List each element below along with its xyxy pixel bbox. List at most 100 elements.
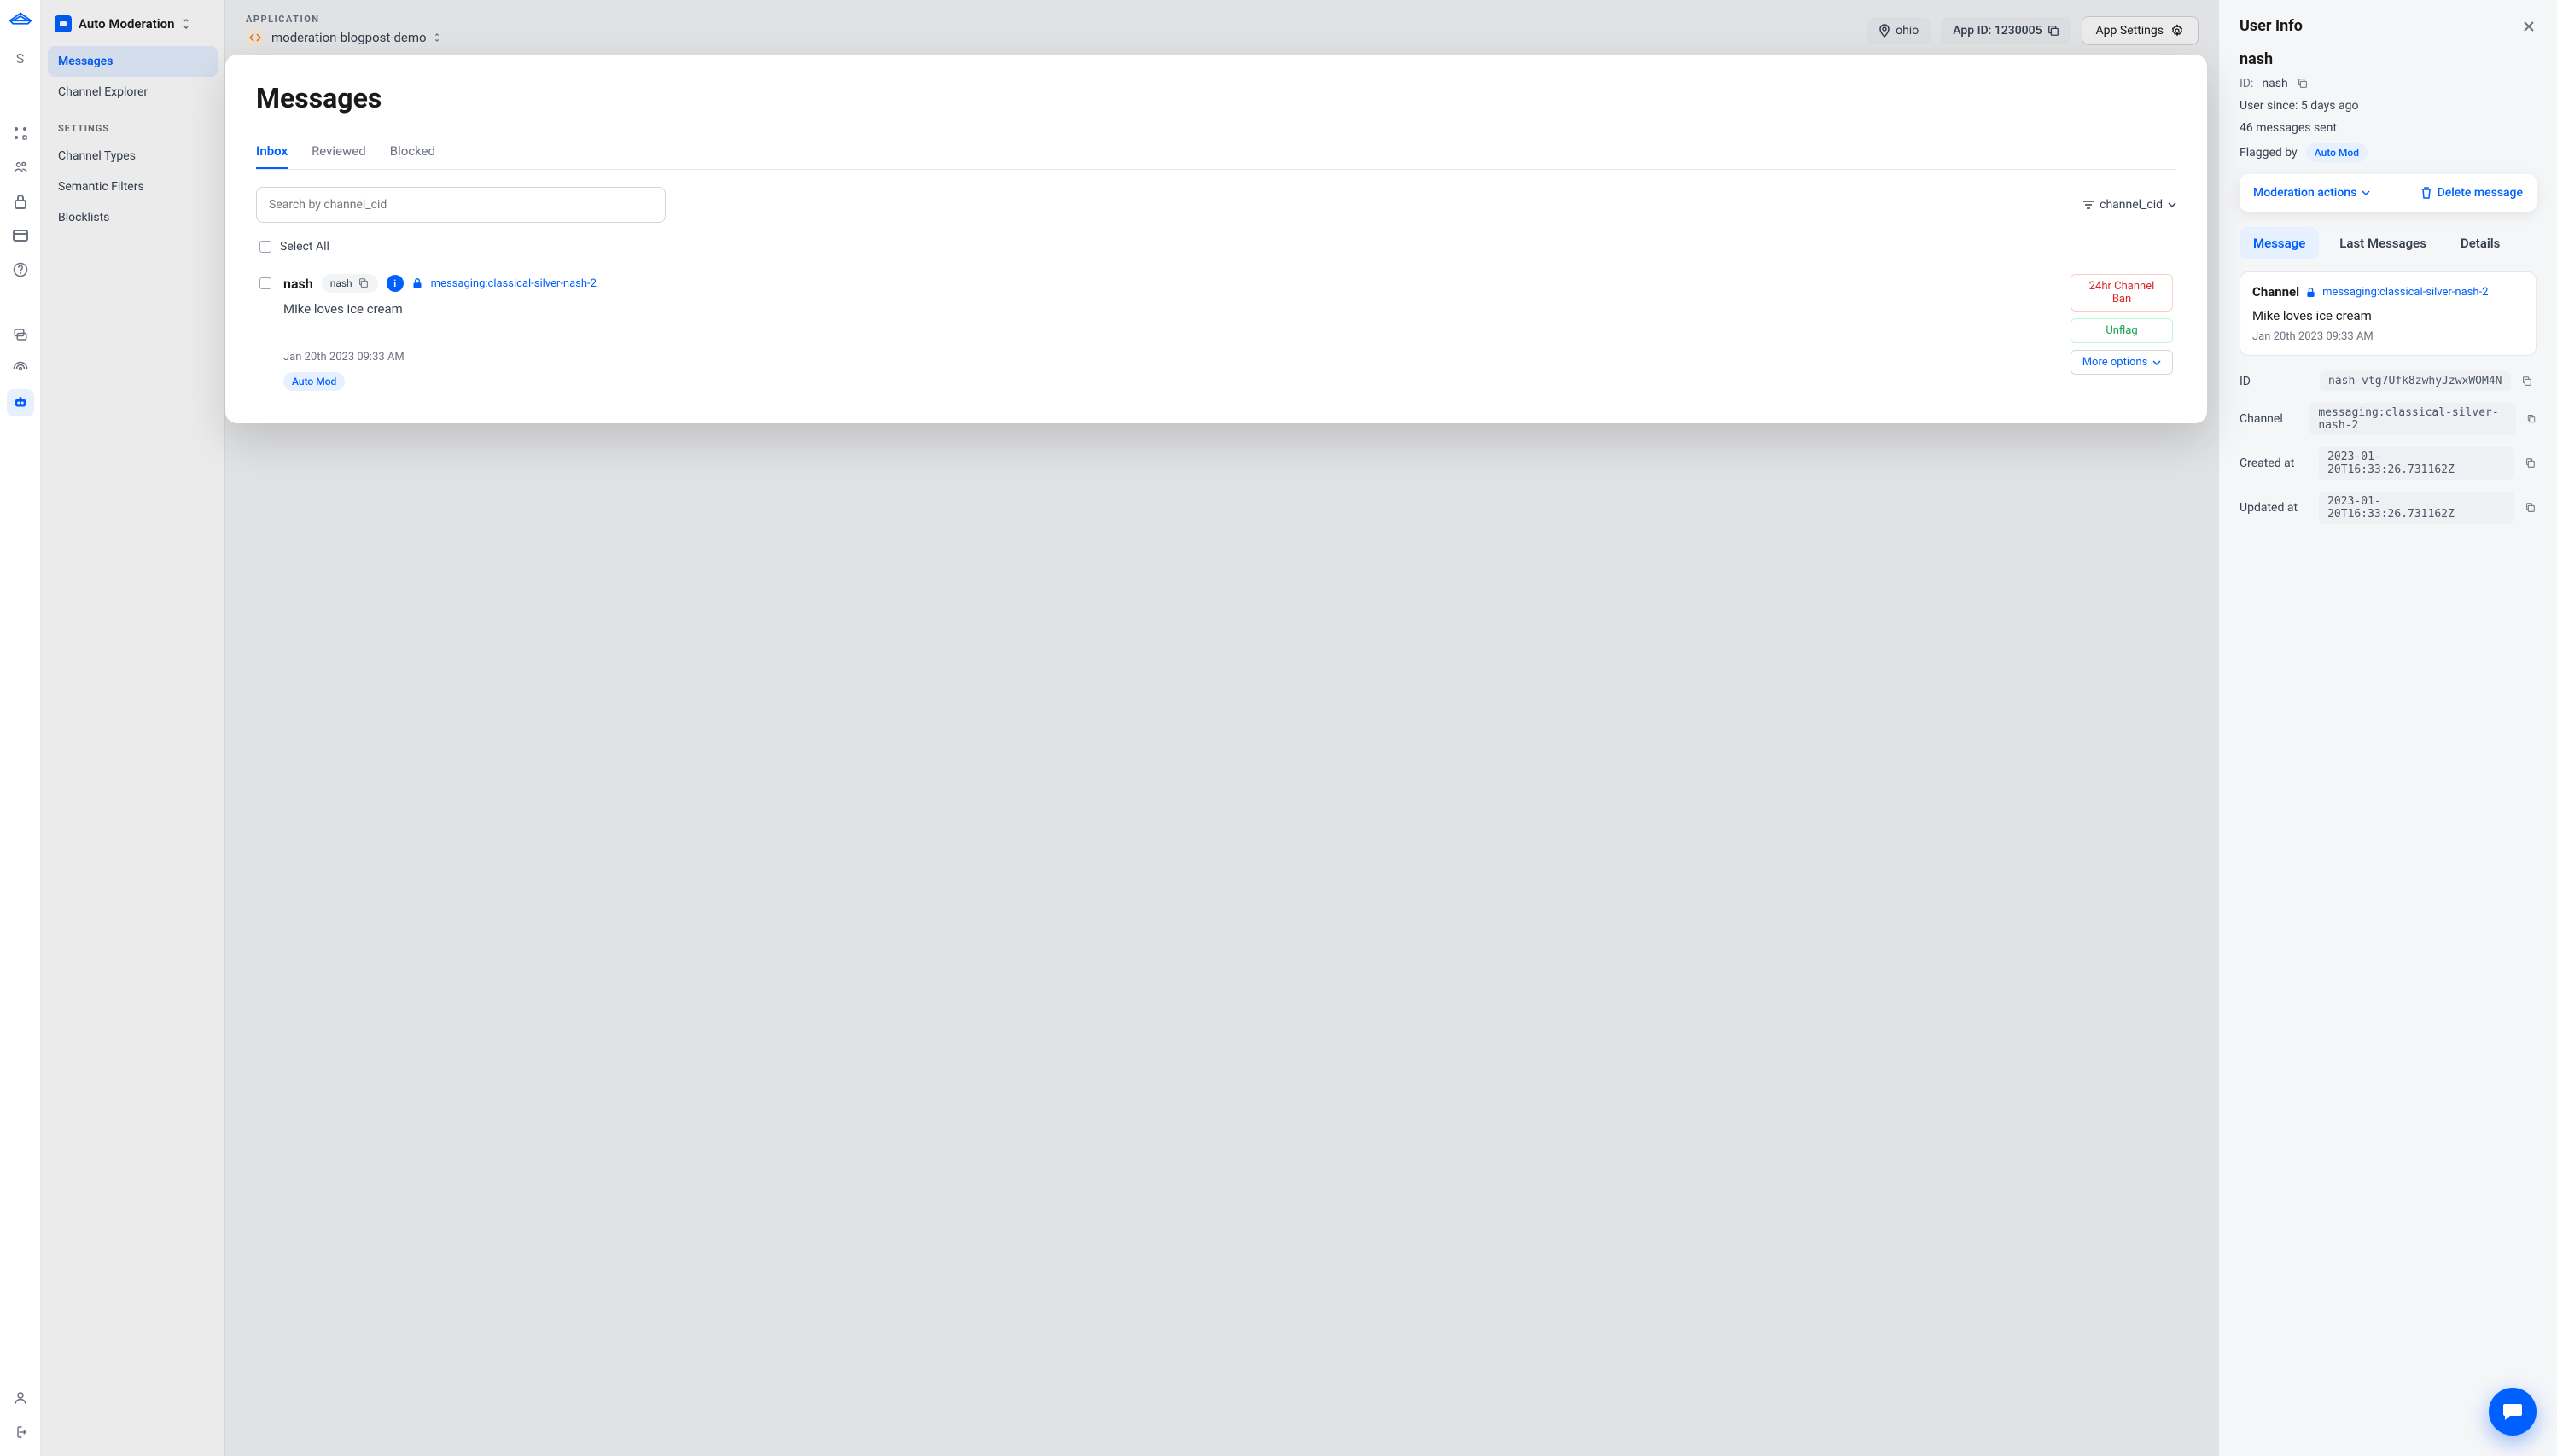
meta-updated-label: Updated at [2240, 501, 2309, 515]
sidebar-item-channel-types[interactable]: Channel Types [48, 141, 218, 172]
lock-icon[interactable] [7, 188, 34, 215]
message-timestamp: Jan 20th 2023 09:33 AM [283, 351, 2059, 364]
chat-fab[interactable] [2489, 1388, 2537, 1436]
tab-reviewed[interactable]: Reviewed [312, 135, 366, 169]
location-icon [1878, 24, 1890, 38]
message-sender: nash [283, 276, 313, 292]
channel-label: Channel [2252, 284, 2299, 300]
meta-channel-value: messaging:classical-silver-nash-2 [2309, 403, 2516, 435]
lock-icon [2306, 287, 2315, 298]
more-options-button[interactable]: More options [2071, 350, 2173, 375]
meta-channel-label: Channel [2240, 412, 2299, 426]
meta-id-label: ID [2240, 375, 2309, 388]
chevron-down-icon [2168, 202, 2176, 207]
tab-details[interactable]: Details [2447, 227, 2513, 259]
sidebar-item-messages[interactable]: Messages [48, 46, 218, 77]
apps-icon[interactable] [7, 119, 34, 147]
user-info-panel: User Info nash ID: nash User since: 5 da… [2219, 0, 2557, 1456]
chevron-updown-icon[interactable] [434, 32, 440, 43]
copy-icon[interactable] [2297, 78, 2309, 90]
message-checkbox[interactable] [259, 277, 271, 289]
user-id-label: ID: [2240, 77, 2253, 90]
application-label: APPLICATION [246, 14, 1856, 25]
help-icon[interactable] [7, 256, 34, 283]
workspace-avatar[interactable]: S [7, 44, 34, 72]
messages-sent: 46 messages sent [2240, 121, 2337, 135]
automod-badge: Auto Mod [283, 372, 345, 391]
logo-icon [9, 10, 32, 27]
delete-message-button[interactable]: Delete message [2420, 186, 2523, 200]
copy-icon[interactable] [2525, 457, 2537, 469]
meta-created-label: Created at [2240, 457, 2309, 470]
icon-rail: S [0, 0, 41, 1456]
copy-icon[interactable] [2525, 502, 2537, 514]
user-id-value: nash [2262, 77, 2287, 90]
sidebar-item-channel-explorer[interactable]: Channel Explorer [48, 77, 218, 108]
user-name: nash [2240, 50, 2537, 68]
copy-icon[interactable] [2526, 413, 2537, 425]
user-info-title: User Info [2240, 17, 2303, 35]
app-id-chip[interactable]: App ID: 1230005 [1941, 17, 2071, 44]
tab-inbox[interactable]: Inbox [256, 135, 288, 169]
filter-icon [2082, 200, 2094, 210]
moderation-icon[interactable] [7, 389, 34, 416]
channel-message-box: Channel messaging:classical-silver-nash-… [2240, 271, 2537, 356]
copy-icon[interactable] [358, 277, 370, 289]
unflag-button[interactable]: Unflag [2071, 318, 2173, 343]
user-since: User since: 5 days ago [2240, 99, 2358, 113]
gear-icon [2170, 24, 2184, 38]
copy-icon[interactable] [2047, 25, 2059, 37]
chat-nav-icon[interactable] [7, 321, 34, 348]
message-tabs: Inbox Reviewed Blocked [256, 135, 2176, 170]
channel-cid-link[interactable]: messaging:classical-silver-nash-2 [2322, 286, 2488, 299]
trash-icon [2420, 186, 2432, 200]
chat-bubble-icon [2502, 1401, 2524, 1422]
select-all-label: Select All [280, 240, 329, 253]
chevron-updown-icon[interactable] [182, 18, 190, 30]
meta-id-value: nash-vtg7Ufk8zwhyJzwxWOM4N [2320, 371, 2511, 391]
meta-updated-value: 2023-01-20T16:33:26.731162Z [2319, 492, 2514, 524]
meta-created-value: 2023-01-20T16:33:26.731162Z [2319, 447, 2514, 480]
region-selector[interactable]: ohio [1867, 17, 1931, 44]
copy-icon[interactable] [2521, 376, 2533, 387]
sidebar-item-blocklists[interactable]: Blocklists [48, 202, 218, 233]
moderation-actions-card: Moderation actions Delete message [2240, 174, 2537, 212]
search-input[interactable] [256, 187, 666, 223]
product-title: Auto Moderation [79, 16, 175, 32]
messages-title: Messages [256, 82, 2176, 114]
flagged-by-label: Flagged by [2240, 146, 2298, 160]
chevron-down-icon [2152, 360, 2161, 365]
channel-message-time: Jan 20th 2023 09:33 AM [2252, 330, 2524, 343]
info-icon[interactable]: i [387, 275, 404, 292]
tab-last-messages[interactable]: Last Messages [2326, 227, 2440, 259]
billing-icon[interactable] [7, 222, 34, 249]
lock-icon [412, 277, 422, 289]
code-icon [246, 28, 265, 47]
filter-dropdown[interactable]: channel_cid [2082, 198, 2176, 212]
select-all-checkbox[interactable] [259, 241, 271, 253]
sidebar-item-semantic-filters[interactable]: Semantic Filters [48, 172, 218, 202]
moderation-actions-dropdown[interactable]: Moderation actions [2253, 186, 2370, 200]
app-name[interactable]: moderation-blogpost-demo [271, 30, 427, 45]
product-icon [55, 15, 72, 32]
flagged-by-badge: Auto Mod [2306, 143, 2368, 162]
chevron-down-icon [2362, 190, 2370, 195]
logout-icon[interactable] [7, 1418, 34, 1446]
account-icon[interactable] [7, 1384, 34, 1412]
feeds-icon[interactable] [7, 355, 34, 382]
topbar: APPLICATION moderation-blogpost-demo ohi… [225, 0, 2219, 54]
sender-id-pill[interactable]: nash [322, 274, 378, 293]
message-text: Mike loves ice cream [283, 301, 2059, 317]
app-settings-button[interactable]: App Settings [2082, 16, 2199, 45]
channel-ban-button[interactable]: 24hr Channel Ban [2071, 274, 2173, 312]
channel-message-text: Mike loves ice cream [2252, 308, 2524, 323]
sidebar: Auto Moderation Messages Channel Explore… [41, 0, 225, 1456]
close-icon[interactable] [2521, 19, 2537, 34]
sidebar-heading-settings: SETTINGS [48, 108, 218, 141]
channel-cid-link[interactable]: messaging:classical-silver-nash-2 [431, 277, 597, 290]
users-icon[interactable] [7, 154, 34, 181]
tab-blocked[interactable]: Blocked [390, 135, 435, 169]
tab-message[interactable]: Message [2240, 227, 2319, 259]
messages-panel: Messages Inbox Reviewed Blocked channel_… [225, 55, 2207, 423]
message-row: nash nash i messaging:classical-silver-n… [256, 269, 2176, 396]
